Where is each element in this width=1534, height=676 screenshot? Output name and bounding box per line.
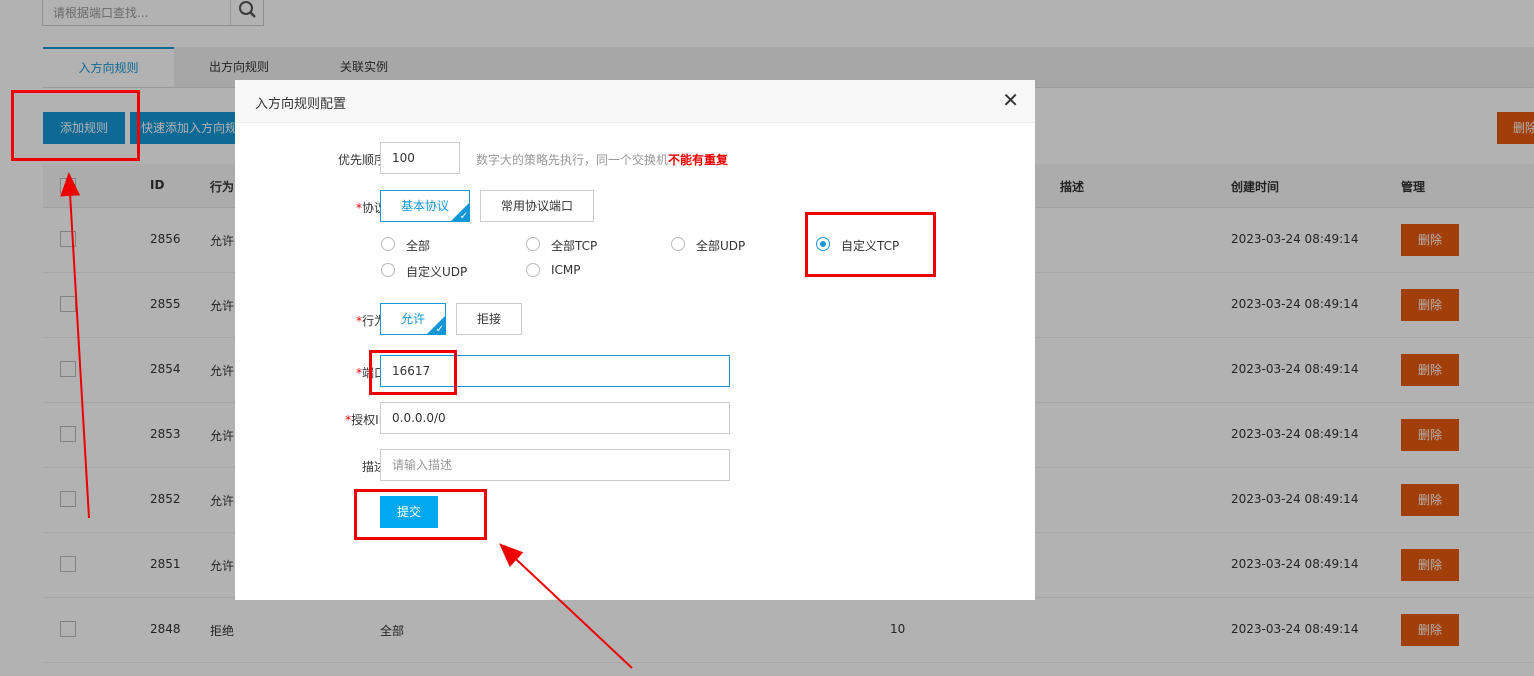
annotation-arrows <box>60 172 633 669</box>
arrow-to-add-rule <box>60 172 90 519</box>
arrow-to-submit <box>499 543 633 669</box>
